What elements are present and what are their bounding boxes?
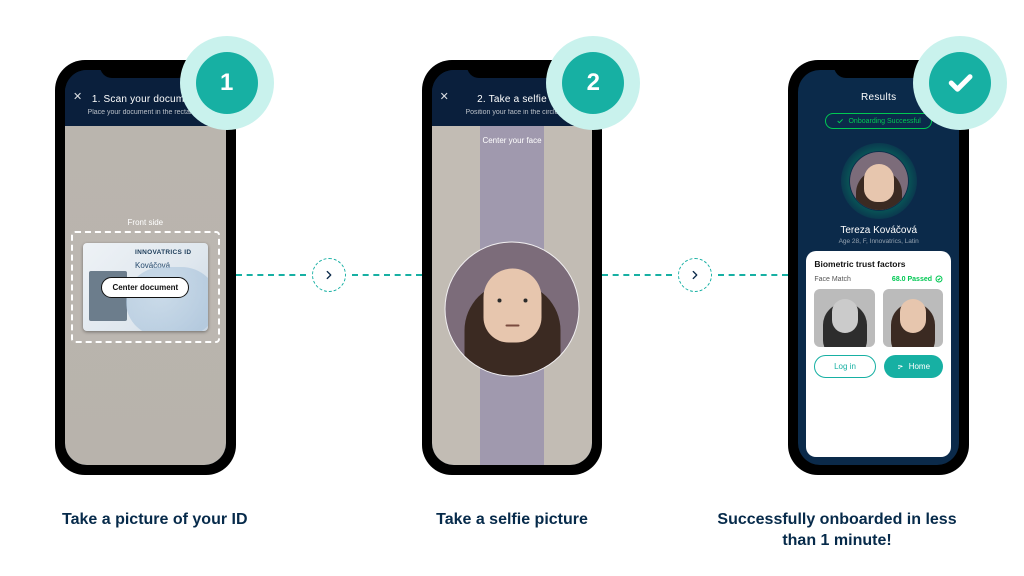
frame-side-label: Front side bbox=[73, 218, 218, 227]
id-brand: INNOVATRICS ID bbox=[135, 249, 204, 257]
screen-title: 2. Take a selfie bbox=[477, 94, 547, 105]
caption-step-3: Successfully onboarded in less than 1 mi… bbox=[712, 509, 962, 552]
arrow-right-icon bbox=[678, 258, 712, 292]
phone-take-selfie: 2 ✕ 2. Take a selfie Position your face … bbox=[422, 60, 603, 475]
screen-subtitle: Position your face in the circle bbox=[466, 109, 559, 116]
check-icon bbox=[945, 68, 975, 98]
caption-step-1: Take a picture of your ID bbox=[62, 509, 312, 552]
card-heading: Biometric trust factors bbox=[814, 259, 943, 269]
screen-title: 1. Scan your document bbox=[92, 94, 199, 105]
document-frame: Front side INNOVATRICS ID Kováčová 24.11… bbox=[71, 231, 220, 343]
onboarding-steps: 1 ✕ 1. Scan your document Place your doc… bbox=[0, 60, 1024, 490]
check-icon bbox=[935, 275, 943, 283]
phone-notch bbox=[100, 60, 190, 78]
step-captions: Take a picture of your ID Take a selfie … bbox=[0, 509, 1024, 552]
home-icon bbox=[897, 363, 905, 371]
match-thumbnails bbox=[814, 289, 943, 347]
caption-step-2: Take a selfie picture bbox=[387, 509, 637, 552]
step-badge-done bbox=[929, 52, 991, 114]
metric-value: 68.0 Passed bbox=[892, 276, 932, 283]
status-pill-success: Onboarding Successful bbox=[825, 113, 931, 129]
camera-viewport: Front side INNOVATRICS ID Kováčová 24.11… bbox=[65, 126, 226, 465]
user-name: Tereza Kováčová bbox=[798, 225, 959, 236]
thumb-id-photo bbox=[814, 289, 874, 347]
face-match-row: Face Match 68.0 Passed bbox=[814, 275, 943, 283]
phone-notch bbox=[834, 60, 924, 78]
close-icon[interactable]: ✕ bbox=[440, 90, 449, 103]
phone-notch bbox=[467, 60, 557, 78]
arrow-step-2-to-3 bbox=[602, 258, 788, 292]
biometric-card: Biometric trust factors Face Match 68.0 … bbox=[806, 251, 951, 457]
close-icon[interactable]: ✕ bbox=[73, 90, 82, 103]
check-icon bbox=[836, 117, 844, 125]
step-badge-2: 2 bbox=[562, 52, 624, 114]
user-meta: Age 28, F, Innovatrics, Latin bbox=[798, 238, 959, 245]
thumb-selfie bbox=[883, 289, 943, 347]
center-face-hint: Center your face bbox=[432, 136, 593, 145]
step-badge-1: 1 bbox=[196, 52, 258, 114]
face-guide-circle bbox=[445, 242, 580, 377]
screen-subtitle: Place your document in the rectangle bbox=[88, 109, 204, 116]
metric-label: Face Match bbox=[814, 276, 851, 283]
avatar-ring bbox=[841, 143, 917, 219]
phone-scan-document: 1 ✕ 1. Scan your document Place your doc… bbox=[55, 60, 236, 475]
phone-results: Results Onboarding Successful Tereza Kov… bbox=[788, 60, 969, 475]
arrow-step-1-to-2 bbox=[236, 258, 422, 292]
center-document-pill: Center document bbox=[101, 277, 189, 298]
login-button[interactable]: Log in bbox=[814, 355, 875, 378]
selfie-preview bbox=[446, 243, 579, 376]
camera-viewport: Center your face bbox=[432, 126, 593, 465]
arrow-right-icon bbox=[312, 258, 346, 292]
avatar bbox=[850, 152, 908, 210]
home-button[interactable]: Home bbox=[884, 355, 943, 378]
status-pill-label: Onboarding Successful bbox=[848, 118, 920, 125]
